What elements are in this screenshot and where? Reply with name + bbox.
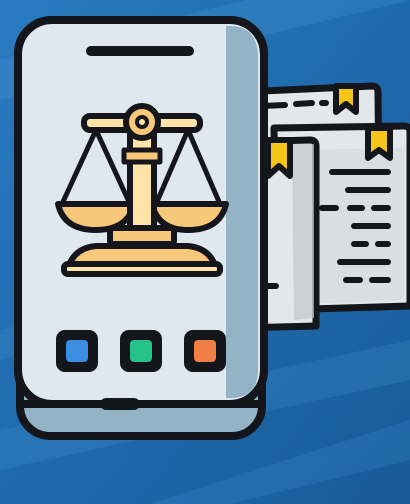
illustration-svg — [0, 0, 410, 504]
app-icons-row — [56, 330, 226, 372]
illustration-canvas — [0, 0, 410, 504]
app-icon-orange[interactable] — [184, 330, 226, 372]
phone-speaker — [86, 46, 194, 56]
bookmark-right-icon — [365, 125, 393, 161]
app-icon-blue[interactable] — [56, 330, 98, 372]
phone-home-button — [100, 398, 140, 410]
app-icon-green[interactable] — [120, 330, 162, 372]
